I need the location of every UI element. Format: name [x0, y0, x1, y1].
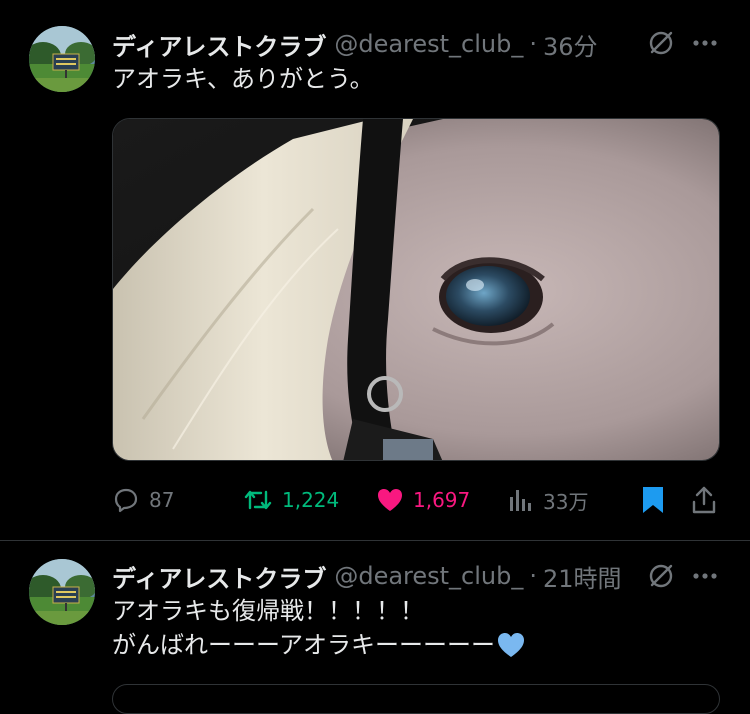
like-button[interactable]: 1,697 — [376, 478, 470, 522]
views-count: 33万 — [543, 489, 589, 514]
bookmark-button[interactable] — [640, 478, 675, 522]
avatar[interactable] — [29, 559, 95, 625]
tweet-actions: 87 1,224 1,697 33万 — [0, 478, 750, 522]
display-name[interactable]: ディアレストクラブ — [112, 559, 326, 594]
blue-heart-emoji — [498, 633, 525, 657]
retweet-button[interactable]: 1,224 — [243, 478, 339, 522]
reply-count: 87 — [149, 488, 175, 512]
more-icon[interactable] — [690, 561, 720, 591]
user-handle[interactable]: @dearest_club_ — [334, 30, 523, 58]
grok-icon[interactable] — [646, 28, 676, 58]
grok-icon[interactable] — [646, 561, 676, 591]
like-count: 1,697 — [413, 488, 471, 512]
display-name[interactable]: ディアレストクラブ — [112, 27, 326, 62]
reply-icon — [114, 488, 138, 513]
timestamp[interactable]: 21時間 — [543, 559, 622, 594]
tweet-line: アオラキ、ありがとう。 — [112, 65, 374, 93]
tweet-line: がんばれーーーアオラキーーーーー — [112, 631, 496, 659]
tweet-text: アオラキ、ありがとう。 — [112, 62, 374, 96]
views-button[interactable]: 33万 — [508, 478, 588, 522]
share-icon — [692, 486, 716, 514]
retweet-count: 1,224 — [282, 488, 340, 512]
avatar[interactable] — [29, 26, 95, 92]
bookmark-icon — [643, 487, 663, 513]
tweet-image[interactable] — [112, 118, 720, 461]
views-icon — [510, 490, 531, 511]
tweet-text: アオラキも復帰戦！！！！！ がんばれーーーアオラキーーーーー — [112, 594, 525, 662]
reply-button[interactable]: 87 — [112, 478, 174, 522]
timestamp[interactable]: 36分 — [543, 27, 598, 62]
tweet-2[interactable]: ディアレストクラブ @dearest_club_ · 21時間 アオラキも復帰戦… — [0, 541, 750, 714]
separator: · — [529, 30, 538, 58]
tweet-line: アオラキも復帰戦！！！！！ — [112, 597, 424, 625]
heart-icon — [378, 489, 402, 511]
share-button[interactable] — [690, 478, 727, 522]
separator: · — [529, 562, 538, 590]
more-icon[interactable] — [690, 28, 720, 58]
retweet-icon — [244, 490, 272, 510]
tweet-1[interactable]: ディアレストクラブ @dearest_club_ · 36分 アオラキ、ありがと… — [0, 0, 750, 540]
user-handle[interactable]: @dearest_club_ — [334, 562, 523, 590]
media-card-peek[interactable] — [112, 684, 720, 714]
